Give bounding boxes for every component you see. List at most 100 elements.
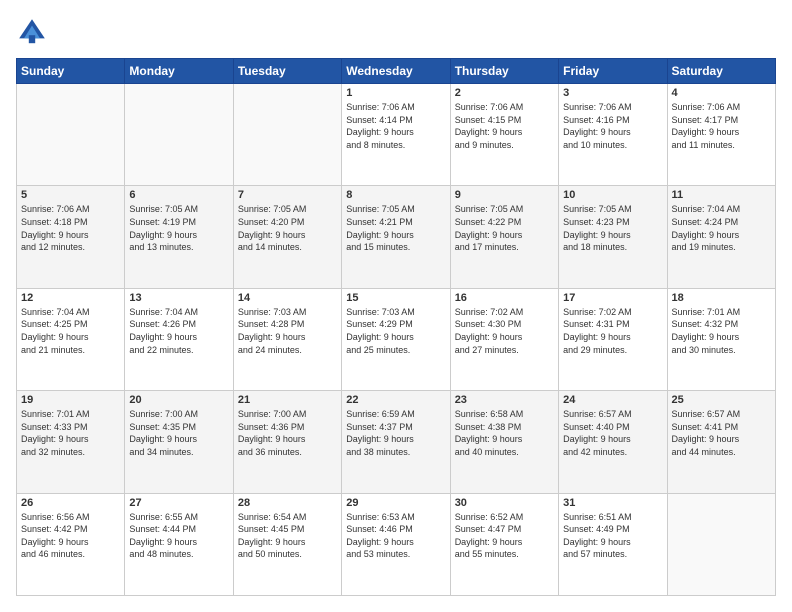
week-row-3: 19Sunrise: 7:01 AM Sunset: 4:33 PM Dayli… [17, 391, 776, 493]
day-info: Sunrise: 6:55 AM Sunset: 4:44 PM Dayligh… [129, 511, 228, 561]
day-info: Sunrise: 6:57 AM Sunset: 4:40 PM Dayligh… [563, 408, 662, 458]
day-number: 4 [672, 87, 771, 99]
day-number: 31 [563, 497, 662, 509]
calendar-cell [667, 493, 775, 595]
calendar-cell: 9Sunrise: 7:05 AM Sunset: 4:22 PM Daylig… [450, 186, 558, 288]
week-row-1: 5Sunrise: 7:06 AM Sunset: 4:18 PM Daylig… [17, 186, 776, 288]
weekday-header-friday: Friday [559, 59, 667, 84]
day-info: Sunrise: 7:05 AM Sunset: 4:21 PM Dayligh… [346, 203, 445, 253]
day-info: Sunrise: 7:00 AM Sunset: 4:35 PM Dayligh… [129, 408, 228, 458]
day-number: 11 [672, 189, 771, 201]
calendar-cell: 16 Sunrise: 7:02 AM Sunset: 4:30 PM Dayli… [450, 288, 558, 390]
day-number: 8 [346, 189, 445, 201]
day-number: 12 [21, 292, 120, 304]
calendar-cell: 22 Sunrise: 6:59 AM Sunset: 4:37 PM Dayli… [342, 391, 450, 493]
weekday-header-wednesday: Wednesday [342, 59, 450, 84]
day-number: 22 [346, 394, 445, 406]
weekday-header-thursday: Thursday [450, 59, 558, 84]
day-number: 10 [563, 189, 662, 201]
header [16, 16, 776, 48]
weekday-header-sunday: Sunday [17, 59, 125, 84]
day-number: 17 [563, 292, 662, 304]
day-info: Sunrise: 6:57 AM Sunset: 4:41 PM Dayligh… [672, 408, 771, 458]
day-number: 20 [129, 394, 228, 406]
calendar-cell: 29 Sunrise: 6:53 AM Sunset: 4:46 PM Dayli… [342, 493, 450, 595]
day-info: Sunrise: 7:03 AM Sunset: 4:29 PM Dayligh… [346, 306, 445, 356]
day-info: Sunrise: 7:02 AM Sunset: 4:30 PM Dayligh… [455, 306, 554, 356]
day-number: 28 [238, 497, 337, 509]
day-number: 25 [672, 394, 771, 406]
calendar-cell: 5Sunrise: 7:06 AM Sunset: 4:18 PM Daylig… [17, 186, 125, 288]
day-info: Sunrise: 7:06 AM Sunset: 4:15 PM Dayligh… [455, 101, 554, 151]
day-number: 27 [129, 497, 228, 509]
calendar-cell: 7Sunrise: 7:05 AM Sunset: 4:20 PM Daylig… [233, 186, 341, 288]
day-number: 18 [672, 292, 771, 304]
day-info: Sunrise: 6:54 AM Sunset: 4:45 PM Dayligh… [238, 511, 337, 561]
calendar-cell: 11 Sunrise: 7:04 AM Sunset: 4:24 PM Dayli… [667, 186, 775, 288]
day-number: 24 [563, 394, 662, 406]
calendar-cell: 28 Sunrise: 6:54 AM Sunset: 4:45 PM Dayli… [233, 493, 341, 595]
calendar-cell: 30 Sunrise: 6:52 AM Sunset: 4:47 PM Dayli… [450, 493, 558, 595]
day-number: 16 [455, 292, 554, 304]
calendar-cell: 3Sunrise: 7:06 AM Sunset: 4:16 PM Daylig… [559, 84, 667, 186]
calendar-cell: 15 Sunrise: 7:03 AM Sunset: 4:29 PM Dayli… [342, 288, 450, 390]
calendar-cell [233, 84, 341, 186]
calendar-cell: 26 Sunrise: 6:56 AM Sunset: 4:42 PM Dayli… [17, 493, 125, 595]
day-info: Sunrise: 7:05 AM Sunset: 4:19 PM Dayligh… [129, 203, 228, 253]
calendar-cell: 4Sunrise: 7:06 AM Sunset: 4:17 PM Daylig… [667, 84, 775, 186]
calendar-cell: 23Sunrise: 6:58 AM Sunset: 4:38 PM Dayli… [450, 391, 558, 493]
calendar-cell: 14 Sunrise: 7:03 AM Sunset: 4:28 PM Dayli… [233, 288, 341, 390]
day-info: Sunrise: 7:01 AM Sunset: 4:33 PM Dayligh… [21, 408, 120, 458]
day-number: 6 [129, 189, 228, 201]
day-info: Sunrise: 7:05 AM Sunset: 4:22 PM Dayligh… [455, 203, 554, 253]
page: SundayMondayTuesdayWednesdayThursdayFrid… [0, 0, 792, 612]
calendar-cell: 27 Sunrise: 6:55 AM Sunset: 4:44 PM Dayli… [125, 493, 233, 595]
calendar-cell: 20 Sunrise: 7:00 AM Sunset: 4:35 PM Dayli… [125, 391, 233, 493]
calendar-cell: 8 Sunrise: 7:05 AM Sunset: 4:21 PM Daylig… [342, 186, 450, 288]
calendar-cell: 10 Sunrise: 7:05 AM Sunset: 4:23 PM Dayli… [559, 186, 667, 288]
day-info: Sunrise: 6:56 AM Sunset: 4:42 PM Dayligh… [21, 511, 120, 561]
calendar: SundayMondayTuesdayWednesdayThursdayFrid… [16, 58, 776, 596]
weekday-header-tuesday: Tuesday [233, 59, 341, 84]
calendar-cell: 2 Sunrise: 7:06 AM Sunset: 4:15 PM Daylig… [450, 84, 558, 186]
calendar-cell: 6 Sunrise: 7:05 AM Sunset: 4:19 PM Daylig… [125, 186, 233, 288]
day-number: 5 [21, 189, 120, 201]
day-number: 30 [455, 497, 554, 509]
calendar-cell: 13 Sunrise: 7:04 AM Sunset: 4:26 PM Dayli… [125, 288, 233, 390]
day-info: Sunrise: 6:53 AM Sunset: 4:46 PM Dayligh… [346, 511, 445, 561]
day-number: 3 [563, 87, 662, 99]
day-info: Sunrise: 7:04 AM Sunset: 4:24 PM Dayligh… [672, 203, 771, 253]
day-number: 13 [129, 292, 228, 304]
day-number: 14 [238, 292, 337, 304]
day-number: 1 [346, 87, 445, 99]
calendar-cell: 21 Sunrise: 7:00 AM Sunset: 4:36 PM Dayli… [233, 391, 341, 493]
day-info: Sunrise: 7:04 AM Sunset: 4:25 PM Dayligh… [21, 306, 120, 356]
day-number: 2 [455, 87, 554, 99]
week-row-2: 12 Sunrise: 7:04 AM Sunset: 4:25 PM Dayli… [17, 288, 776, 390]
day-info: Sunrise: 7:04 AM Sunset: 4:26 PM Dayligh… [129, 306, 228, 356]
day-info: Sunrise: 7:06 AM Sunset: 4:14 PM Dayligh… [346, 101, 445, 151]
day-number: 7 [238, 189, 337, 201]
day-info: Sunrise: 7:02 AM Sunset: 4:31 PM Dayligh… [563, 306, 662, 356]
logo-icon [16, 16, 48, 48]
day-number: 21 [238, 394, 337, 406]
calendar-cell: 31 Sunrise: 6:51 AM Sunset: 4:49 PM Dayli… [559, 493, 667, 595]
day-info: Sunrise: 7:03 AM Sunset: 4:28 PM Dayligh… [238, 306, 337, 356]
weekday-header-saturday: Saturday [667, 59, 775, 84]
logo [16, 16, 52, 48]
calendar-cell: 12 Sunrise: 7:04 AM Sunset: 4:25 PM Dayli… [17, 288, 125, 390]
day-info: Sunrise: 6:59 AM Sunset: 4:37 PM Dayligh… [346, 408, 445, 458]
day-info: Sunrise: 7:01 AM Sunset: 4:32 PM Dayligh… [672, 306, 771, 356]
weekday-header-monday: Monday [125, 59, 233, 84]
week-row-0: 1 Sunrise: 7:06 AM Sunset: 4:14 PM Daylig… [17, 84, 776, 186]
day-info: Sunrise: 6:52 AM Sunset: 4:47 PM Dayligh… [455, 511, 554, 561]
calendar-cell [17, 84, 125, 186]
calendar-cell: 1 Sunrise: 7:06 AM Sunset: 4:14 PM Daylig… [342, 84, 450, 186]
day-info: Sunrise: 6:51 AM Sunset: 4:49 PM Dayligh… [563, 511, 662, 561]
day-number: 26 [21, 497, 120, 509]
calendar-cell: 25 Sunrise: 6:57 AM Sunset: 4:41 PM Dayli… [667, 391, 775, 493]
day-info: Sunrise: 7:05 AM Sunset: 4:23 PM Dayligh… [563, 203, 662, 253]
day-info: Sunrise: 7:00 AM Sunset: 4:36 PM Dayligh… [238, 408, 337, 458]
day-number: 29 [346, 497, 445, 509]
day-number: 15 [346, 292, 445, 304]
